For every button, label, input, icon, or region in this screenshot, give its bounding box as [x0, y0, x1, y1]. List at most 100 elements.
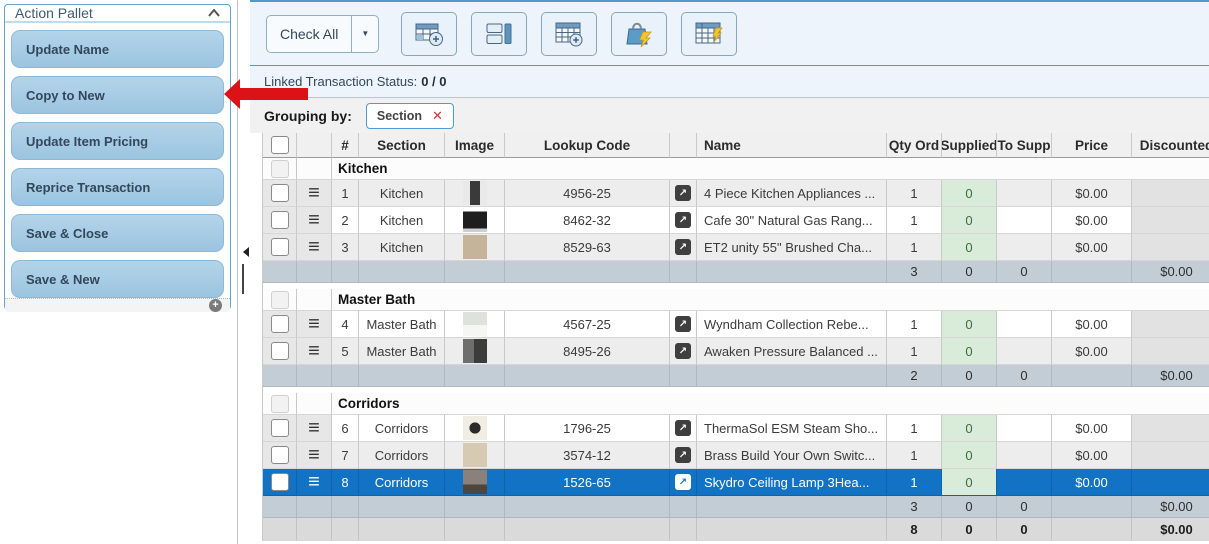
table-row[interactable]: ≡ 6 Corridors 1796-25 ↗ ThermaSol ESM St… — [263, 415, 1209, 442]
select-all-checkbox[interactable] — [271, 136, 289, 154]
product-thumbnail — [463, 339, 487, 363]
row-qty: 1 — [887, 180, 942, 207]
open-item-icon[interactable]: ↗ — [675, 239, 691, 255]
row-section: Kitchen — [359, 180, 445, 207]
group-header-corridors: Corridors — [263, 393, 1209, 415]
group-checkbox[interactable] — [271, 291, 289, 309]
row-lookup-code: 8495-26 — [505, 338, 670, 365]
collapse-chevron-icon[interactable] — [208, 9, 220, 17]
row-checkbox[interactable] — [271, 419, 289, 437]
subtotal-qty: 2 — [887, 365, 942, 387]
col-lookup[interactable]: Lookup Code — [505, 133, 670, 158]
table-row[interactable]: ≡ 7 Corridors 3574-12 ↗ Brass Build Your… — [263, 442, 1209, 469]
row-qty: 1 — [887, 442, 942, 469]
group-checkbox[interactable] — [271, 395, 289, 413]
row-number: 2 — [332, 207, 359, 234]
grid-header-row: # Section Image Lookup Code Name Qty Ord… — [263, 133, 1209, 158]
row-discounted — [1132, 338, 1209, 365]
add-table-button[interactable] — [541, 12, 597, 56]
col-image[interactable]: Image — [445, 133, 505, 158]
col-discounted[interactable]: Discounted — [1132, 133, 1209, 158]
open-item-icon[interactable]: ↗ — [675, 447, 691, 463]
col-qty[interactable]: Qty Ord — [887, 133, 942, 158]
open-item-icon[interactable]: ↗ — [675, 420, 691, 436]
status-value: 0 / 0 — [421, 74, 446, 89]
check-all-dropdown[interactable]: ▼ — [351, 16, 378, 52]
row-name: 4 Piece Kitchen Appliances ... — [697, 180, 887, 207]
table-row-selected[interactable]: ≡ 8 Corridors 1526-65 ↗ Skydro Ceiling L… — [263, 469, 1209, 496]
update-item-pricing-button[interactable]: Update Item Pricing — [11, 122, 224, 160]
table-row[interactable]: ≡ 4 Master Bath 4567-25 ↗ Wyndham Collec… — [263, 311, 1209, 338]
col-name[interactable]: Name — [697, 133, 887, 158]
product-thumbnail — [463, 312, 487, 336]
linked-transaction-status: Linked Transaction Status: 0 / 0 — [250, 66, 1209, 97]
open-item-icon[interactable]: ↗ — [675, 474, 691, 490]
row-menu-icon[interactable]: ≡ — [308, 210, 320, 230]
row-checkbox[interactable] — [271, 315, 289, 333]
col-num[interactable]: # — [332, 133, 359, 158]
col-supplied[interactable]: Supplied — [942, 133, 997, 158]
save-new-button[interactable]: Save & New — [11, 260, 224, 298]
row-price: $0.00 — [1052, 234, 1132, 261]
row-to-supp — [997, 234, 1052, 261]
quick-purchase-button[interactable] — [611, 12, 667, 56]
row-qty: 1 — [887, 311, 942, 338]
table-row[interactable]: ≡ 3 Kitchen 8529-63 ↗ ET2 unity 55" Brus… — [263, 234, 1209, 261]
action-pallet-header: Action Pallet — [5, 5, 230, 23]
copy-to-new-button[interactable]: Copy to New — [11, 76, 224, 114]
table-row[interactable]: ≡ 2 Kitchen 8462-32 ↗ Cafe 30" Natural G… — [263, 207, 1209, 234]
row-checkbox[interactable] — [271, 238, 289, 256]
open-item-icon[interactable]: ↗ — [675, 343, 691, 359]
add-item-grid-button[interactable] — [401, 12, 457, 56]
product-thumbnail — [463, 416, 487, 440]
row-lookup-code: 1526-65 — [505, 469, 670, 496]
collapse-panel-arrow-icon[interactable] — [243, 247, 249, 257]
row-checkbox[interactable] — [271, 211, 289, 229]
row-qty: 1 — [887, 469, 942, 496]
row-checkbox[interactable] — [271, 446, 289, 464]
grouping-chip-section[interactable]: Section ✕ — [366, 103, 454, 129]
open-item-icon[interactable]: ↗ — [675, 316, 691, 332]
row-discounted — [1132, 442, 1209, 469]
split-view-button[interactable] — [471, 12, 527, 56]
row-menu-icon[interactable]: ≡ — [308, 472, 320, 492]
table-row[interactable]: ≡ 1 Kitchen 4956-25 ↗ 4 Piece Kitchen Ap… — [263, 180, 1209, 207]
group-header-master-bath: Master Bath — [263, 289, 1209, 311]
row-checkbox[interactable] — [271, 184, 289, 202]
arrow-shaft — [238, 88, 308, 100]
add-action-icon[interactable]: + — [209, 299, 222, 312]
row-to-supp — [997, 442, 1052, 469]
row-menu-icon[interactable]: ≡ — [308, 183, 320, 203]
col-price[interactable]: Price — [1052, 133, 1132, 158]
action-pallet-panel: Action Pallet Update Name Copy to New Up… — [4, 4, 231, 310]
open-item-icon[interactable]: ↗ — [675, 185, 691, 201]
check-all-button[interactable]: Check All — [267, 16, 351, 52]
save-close-button[interactable]: Save & Close — [11, 214, 224, 252]
row-checkbox[interactable] — [271, 473, 289, 491]
reprice-transaction-button[interactable]: Reprice Transaction — [11, 168, 224, 206]
table-row[interactable]: ≡ 5 Master Bath 8495-26 ↗ Awaken Pressur… — [263, 338, 1209, 365]
row-menu-icon[interactable]: ≡ — [308, 445, 320, 465]
group-subtotal-row: 3 0 0 $0.00 — [263, 261, 1209, 283]
col-to-supp[interactable]: To Supp — [997, 133, 1052, 158]
row-section: Corridors — [359, 415, 445, 442]
row-qty: 1 — [887, 234, 942, 261]
row-supplied: 0 — [942, 180, 997, 207]
row-menu-icon[interactable]: ≡ — [308, 341, 320, 361]
row-lookup-code: 4956-25 — [505, 180, 670, 207]
col-link — [670, 133, 697, 158]
row-supplied: 0 — [942, 469, 997, 496]
group-checkbox[interactable] — [271, 160, 289, 178]
row-menu-icon[interactable]: ≡ — [308, 314, 320, 334]
row-checkbox[interactable] — [271, 342, 289, 360]
remove-grouping-icon[interactable]: ✕ — [432, 108, 443, 124]
row-number: 3 — [332, 234, 359, 261]
product-thumbnail — [463, 208, 487, 232]
row-menu-icon[interactable]: ≡ — [308, 237, 320, 257]
splitter-grip[interactable] — [242, 264, 244, 294]
quick-fill-table-button[interactable] — [681, 12, 737, 56]
col-section[interactable]: Section — [359, 133, 445, 158]
update-name-button[interactable]: Update Name — [11, 30, 224, 68]
open-item-icon[interactable]: ↗ — [675, 212, 691, 228]
row-menu-icon[interactable]: ≡ — [308, 418, 320, 438]
